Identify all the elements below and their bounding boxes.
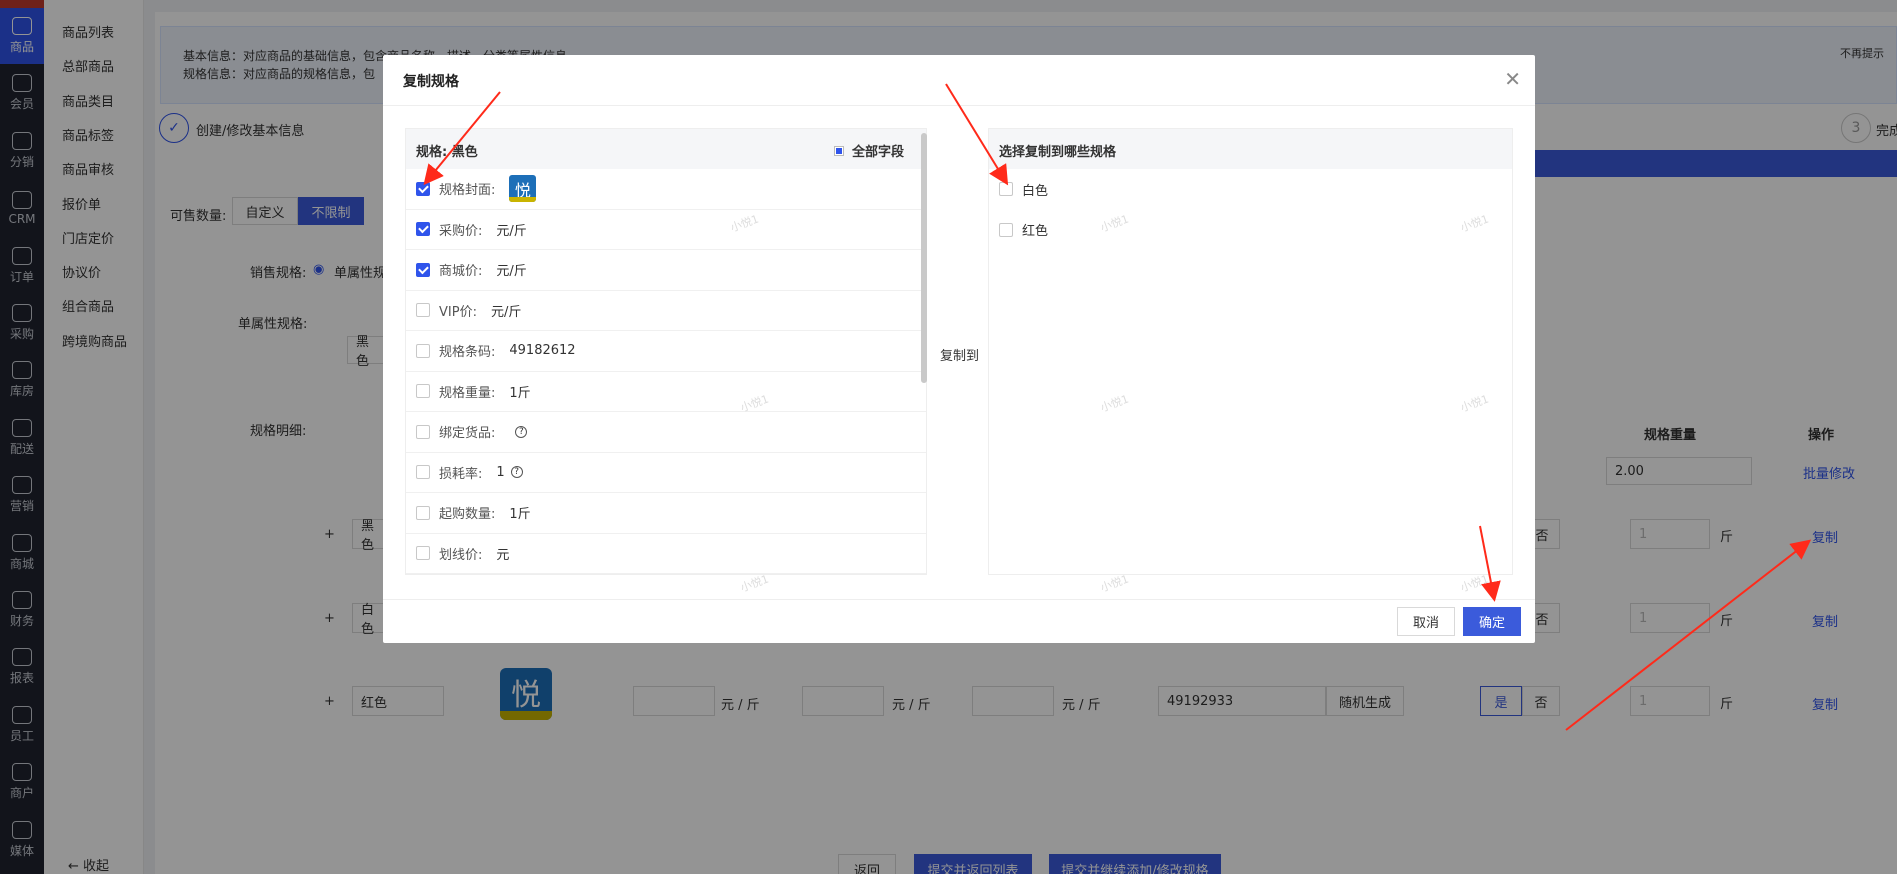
field-row: 规格封面: 悦 <box>406 169 926 210</box>
field-value: 元/斤 <box>496 223 527 239</box>
field-checkbox[interactable] <box>416 181 430 196</box>
field-label: 起购数量: <box>439 507 496 523</box>
all-fields-label: 全部字段 <box>851 145 904 160</box>
field-label: 绑定货品: <box>439 426 496 442</box>
field-row: 损耗率: 1? <box>406 453 926 493</box>
field-value: 元 <box>496 547 510 563</box>
field-label: 商城价: <box>439 264 483 280</box>
field-row: 绑定货品:? <box>406 412 926 453</box>
field-checkbox[interactable] <box>416 465 430 480</box>
field-row: 采购价: 元/斤 <box>406 210 926 250</box>
field-label: 规格封面: <box>439 183 496 199</box>
field-row: VIP价: 元/斤 <box>406 291 926 331</box>
target-checkbox[interactable] <box>999 222 1013 237</box>
help-icon[interactable]: ? <box>510 466 523 479</box>
target-header: 选择复制到哪些规格 <box>989 129 1512 169</box>
source-spec-label: 规格: 黑色 <box>416 145 478 160</box>
field-checkbox[interactable] <box>416 505 430 520</box>
scrollbar-thumb[interactable] <box>921 133 927 383</box>
field-checkbox[interactable] <box>416 222 430 237</box>
field-label: VIP价: <box>439 304 477 320</box>
help-icon[interactable]: ? <box>515 425 528 438</box>
field-checkbox[interactable] <box>416 343 430 358</box>
footer-divider <box>383 599 1535 600</box>
confirm-button[interactable]: 确定 <box>1463 607 1521 636</box>
field-checkbox[interactable] <box>416 546 430 561</box>
field-row: 起购数量: 1斤 <box>406 493 926 534</box>
field-value: 49182612 <box>509 343 576 359</box>
field-row: 商城价: 元/斤 <box>406 250 926 291</box>
field-label: 规格条码: <box>439 345 496 361</box>
source-fields-panel: 规格: 黑色 全部字段 规格封面: 悦采购价: 元/斤 商城价: 元/斤 VIP价: 元/斤… <box>405 128 927 575</box>
dialog-title: 复制规格 <box>403 74 459 90</box>
field-row: 划线价: 元 <box>406 534 926 574</box>
field-checkbox[interactable] <box>416 262 430 277</box>
target-checkbox[interactable] <box>999 182 1013 197</box>
copy-to-label: 复制到 <box>940 349 980 364</box>
field-value: 元/斤 <box>490 304 522 320</box>
target-label: 白色 <box>1022 183 1049 199</box>
target-row[interactable]: 白色 <box>989 169 1512 210</box>
field-label: 划线价: <box>439 547 483 563</box>
source-fields-header: 规格: 黑色 全部字段 <box>406 129 926 169</box>
target-label: 红色 <box>1022 224 1049 240</box>
close-icon[interactable]: ✕ <box>1504 67 1521 91</box>
target-specs-panel: 选择复制到哪些规格 白色红色 <box>988 128 1513 575</box>
target-row[interactable]: 红色 <box>989 210 1512 251</box>
field-row: 规格条码: 49182612 <box>406 331 926 372</box>
field-value: 1 <box>496 464 505 480</box>
field-label: 采购价: <box>439 223 483 239</box>
all-fields-checkbox[interactable]: 全部字段 <box>833 141 904 160</box>
field-checkbox[interactable] <box>416 303 430 318</box>
partial-check-icon <box>833 145 844 156</box>
copy-spec-dialog: 复制规格 ✕ 规格: 黑色 全部字段 规格封面: 悦采购价: 元/斤 商城价: 元/斤 V… <box>383 55 1535 643</box>
cancel-button[interactable]: 取消 <box>1397 607 1455 636</box>
field-row: 规格重量: 1斤 <box>406 372 926 412</box>
field-checkbox[interactable] <box>416 424 430 439</box>
field-checkbox[interactable] <box>416 384 430 399</box>
cover-image: 悦 <box>509 175 537 203</box>
field-value: 1斤 <box>509 385 531 401</box>
field-value: 1斤 <box>509 507 531 523</box>
title-divider <box>383 105 1535 106</box>
field-label: 规格重量: <box>439 385 496 401</box>
field-label: 损耗率: <box>439 466 483 482</box>
field-value: 元/斤 <box>496 264 527 280</box>
